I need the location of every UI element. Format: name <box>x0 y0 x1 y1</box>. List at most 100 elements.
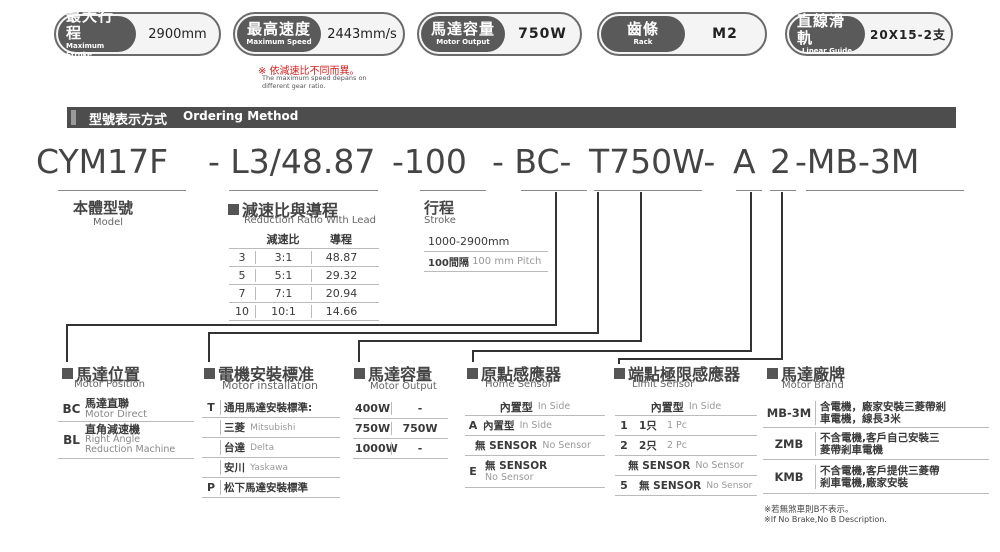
connector <box>597 192 599 333</box>
table-header: 內置型 In Side <box>615 398 757 416</box>
spec-rack: 齒條 Rack M2 <box>597 12 767 56</box>
connector <box>208 332 599 334</box>
section-marker <box>204 367 215 379</box>
underline <box>594 190 702 191</box>
spec-label-en: Maximum Speed <box>246 38 312 46</box>
table-row: T 通用馬達安裝標準: <box>202 398 340 418</box>
connector <box>66 324 557 326</box>
connector <box>66 324 68 362</box>
table-row: KMB 不含電機,客戶提供三菱帶 剎車電機,廠家安裝 <box>763 460 989 494</box>
section-marker <box>467 367 478 379</box>
code-home-sensor: A <box>733 142 756 181</box>
section-marker <box>767 367 778 379</box>
underline <box>58 190 186 191</box>
table-row: 400W - <box>353 399 448 419</box>
underline <box>806 190 964 191</box>
table-row: 5 5:1 29.32 <box>229 267 379 285</box>
spec-label-en: Linear Guide <box>801 46 853 55</box>
table-row: MB-3M 含電機，廠家安裝三菱帶剎 車電機，線長3米 <box>763 398 989 428</box>
bar-marker <box>71 110 76 125</box>
stroke-subtitle: Stroke <box>424 215 456 226</box>
table-row: 2 2只 2 Pc <box>615 436 757 456</box>
spec-label: 馬達容量 <box>430 20 495 38</box>
table-row: 三菱 Mitsubishi <box>202 418 340 438</box>
motor-brand-subtitle: Motor Brand <box>782 380 844 391</box>
section-marker <box>614 367 625 379</box>
code-stroke: -100 <box>392 142 467 181</box>
connector <box>640 192 642 341</box>
motor-position-table: BC 馬達直聯 Motor Direct BL 直角減速機 Right Angl… <box>58 397 194 459</box>
model-subtitle: Model <box>93 217 124 228</box>
motor-output-table: 400W - 750W 750W 1000W - <box>353 399 448 459</box>
speed-note-en2: different gear ratio. <box>262 82 326 90</box>
table-row: 750W 750W <box>353 419 448 439</box>
code-position: - BC- <box>492 142 572 181</box>
table-row: 3 3:1 48.87 <box>229 249 379 267</box>
spec-value: 20X15-2支 <box>870 27 946 42</box>
speed-note-en1: The maximum speed depans on <box>262 74 367 82</box>
connector <box>555 192 557 325</box>
underline <box>736 190 762 191</box>
section-marker <box>62 367 73 379</box>
limit-sensor-subtitle: Limit Sensor <box>632 379 695 390</box>
motor-position-subtitle: Motor Position <box>74 379 146 390</box>
connector <box>618 358 783 360</box>
spec-label: 最大行程 <box>66 7 115 42</box>
home-sensor-subtitle: Home Sensor <box>485 379 552 390</box>
stroke-pitch: 100間隔 100 mm Pitch <box>424 252 548 272</box>
spec-linear-guide: 直線滑軌 Linear Guide 20X15-2支 <box>785 12 953 56</box>
section-marker <box>228 203 239 215</box>
underline <box>521 190 587 191</box>
table-row: 5 無 SENSOR No Sensor <box>615 476 757 496</box>
table-header: 減速比 導程 <box>229 231 379 249</box>
home-sensor-table: 內置型 In Side A 內置型 In Side 無 SENSOR No Se… <box>465 398 605 488</box>
motor-install-subtitle: Motor installation <box>222 379 319 392</box>
table-row: ZMB 不含電機,客戶自己安裝三 菱帶剎車電機 <box>763 428 989 460</box>
section-marker <box>354 367 365 379</box>
connector <box>208 332 210 362</box>
connector <box>781 192 783 359</box>
table-row: E 無 SENSOR No Sensor <box>465 456 605 488</box>
ordering-title-zh: 型號表示方式 <box>89 113 168 128</box>
underline <box>420 190 486 191</box>
motor-install-table: T 通用馬達安裝標準: 三菱 Mitsubishi 台達 Delta 安川 Ya… <box>202 398 340 498</box>
table-row: 無 SENSOR No Sensor <box>615 456 757 476</box>
spec-motor-output: 馬達容量 Motor Output 750W <box>417 12 582 56</box>
connector <box>358 340 642 342</box>
table-row: 1000W - <box>353 439 448 459</box>
table-row: 10 10:1 14.66 <box>229 303 379 321</box>
table-row: 1 1只 1 Pc <box>615 416 757 436</box>
table-row: 台達 Delta <box>202 438 340 458</box>
motor-output-subtitle: Motor Output <box>370 381 437 392</box>
motor-brand-table: MB-3M 含電機，廠家安裝三菱帶剎 車電機，線長3米 ZMB 不含電機,客戶自… <box>763 398 989 494</box>
brake-note-zh: ※若無煞車則B不表示。 <box>764 505 854 515</box>
ordering-title-en: Ordering Method <box>183 109 299 123</box>
table-row: 安川 Yaskawa <box>202 458 340 478</box>
connector <box>472 350 752 352</box>
table-row: BL 直角減速機 Right Angle Reduction Machine <box>58 422 194 459</box>
spec-value: 2443mm/s <box>327 26 397 42</box>
brake-note-en: ※If No Brake,No B Description. <box>764 515 887 524</box>
limit-sensor-table: 內置型 In Side 1 1只 1 Pc 2 2只 2 Pc 無 SENSOR… <box>615 398 757 496</box>
model-title: 本體型號 <box>73 199 134 217</box>
spec-label: 齒條 <box>626 20 659 38</box>
connector <box>750 192 752 351</box>
code-reduction: - L3/48.87 <box>208 142 376 181</box>
spec-value: 750W <box>518 26 567 42</box>
spec-max-stroke: 最大行程 Maximum Stroke 2900mm <box>54 8 221 59</box>
spec-label-en: Maximum Stroke <box>66 42 105 59</box>
table-row: 無 SENSOR No Sensor <box>465 436 605 456</box>
table-row: P 松下馬達安裝標準 <box>202 478 340 498</box>
underline <box>770 190 796 191</box>
reduction-table: 減速比 導程 3 3:1 48.87 5 5:1 29.32 7 7:1 20.… <box>229 231 379 321</box>
spec-label-en: Rack <box>633 38 653 46</box>
stroke-range: 1000-2900mm <box>424 232 548 252</box>
spec-value: 2900mm <box>148 26 207 42</box>
spec-max-speed: 最高速度 Maximum Speed 2443mm/s <box>233 12 405 56</box>
code-output: T750W- <box>589 142 716 181</box>
underline <box>229 190 378 191</box>
table-row: A 內置型 In Side <box>465 416 605 436</box>
table-row: BC 馬達直聯 Motor Direct <box>58 397 194 422</box>
code-model: CYM17F <box>36 142 169 181</box>
connector <box>358 340 360 362</box>
